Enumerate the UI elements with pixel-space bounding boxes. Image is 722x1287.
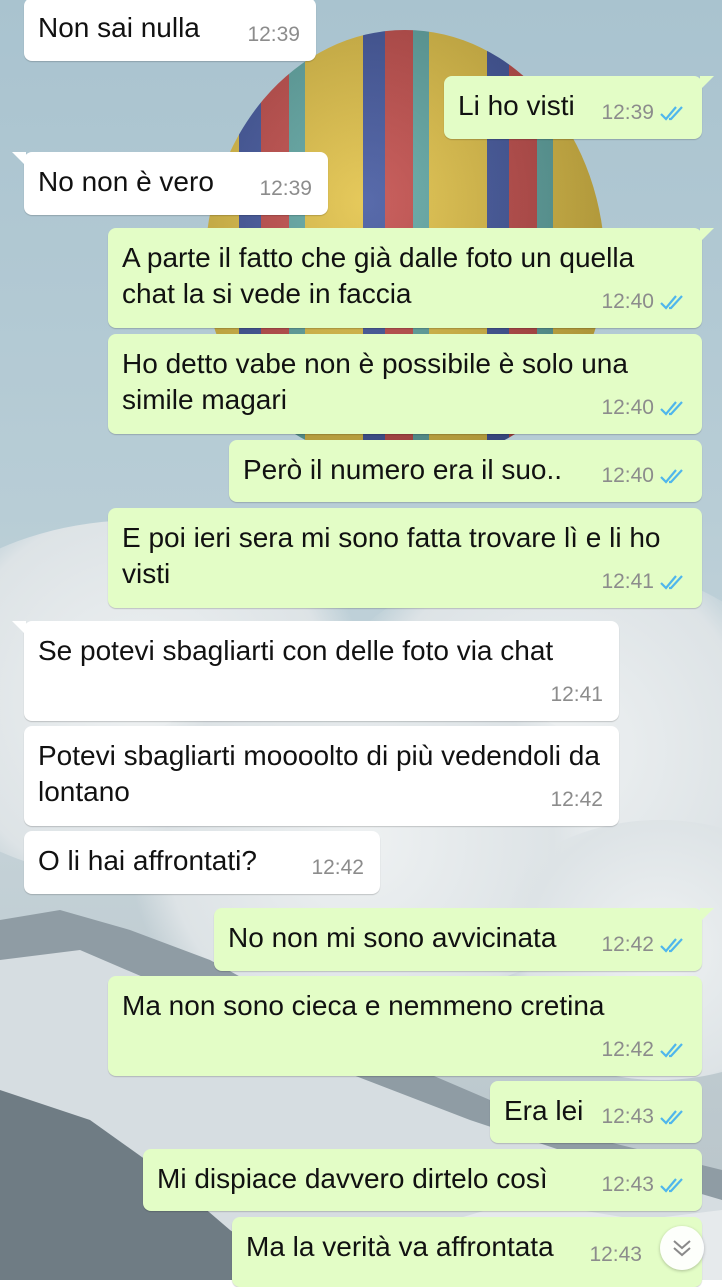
double-check-icon [660,575,683,590]
double-check-icon [660,469,683,484]
message-time: 12:42 [311,856,364,879]
double-check-icon [660,401,683,416]
message-bubble-outgoing[interactable]: Era lei 12:43 [490,1081,702,1143]
message-bubble-incoming[interactable]: No non è vero 12:39 [12,152,328,215]
message-bubble-outgoing[interactable]: Ho detto vabe non è possibile è solo una… [108,334,702,434]
message-time: 12:41 [601,570,654,593]
message-time: 12:43 [601,1105,654,1128]
message-time: 12:42 [550,788,603,811]
message-bubble-outgoing[interactable]: A parte il fatto che già dalle foto un q… [108,228,714,328]
message-bubble-outgoing[interactable]: Mi dispiace davvero dirtelo così 12:43 [143,1149,702,1211]
double-check-icon [660,1178,683,1193]
message-bubble-incoming[interactable]: Se potevi sbagliarti con delle foto via … [12,621,619,721]
message-bubble-outgoing[interactable]: Li ho visti 12:39 [444,76,714,139]
message-bubble-outgoing[interactable]: E poi ieri sera mi sono fatta trovare lì… [108,508,702,608]
message-time: 12:40 [601,464,654,487]
message-time: 12:43 [589,1243,642,1266]
message-bubble-outgoing[interactable]: No non mi sono avvicinata 12:42 [214,908,714,971]
message-bubble-outgoing[interactable]: Però il numero era il suo.. 12:40 [229,440,702,502]
message-time: 12:39 [247,23,300,46]
scroll-to-bottom-button[interactable] [660,1226,704,1270]
message-bubble-incoming[interactable]: O li hai affrontati? 12:42 [24,831,380,894]
message-time: 12:42 [601,1038,654,1061]
message-bubble-incoming[interactable]: Non sai nulla 12:39 [24,0,316,61]
chevron-double-down-icon [673,1240,691,1257]
message-time: 12:40 [601,290,654,313]
message-time: 12:41 [550,683,603,706]
message-text: Se potevi sbagliarti con delle foto via … [38,635,554,666]
message-time: 12:42 [601,933,654,956]
double-check-icon [660,106,683,121]
message-time: 12:40 [601,396,654,419]
double-check-icon [660,938,683,953]
message-time: 12:39 [601,101,654,124]
message-time: 12:39 [259,177,312,200]
message-bubble-incoming[interactable]: Potevi sbagliarti moooolto di più vedend… [24,726,619,826]
message-text: Ma non sono cieca e nemmeno cretina [122,990,605,1021]
double-check-icon [660,1043,683,1058]
message-list[interactable]: Non sai nulla 12:39 Li ho visti 12:39 No… [0,0,722,1287]
message-time: 12:43 [601,1173,654,1196]
message-text: Potevi sbagliarti moooolto di più vedend… [38,740,600,807]
message-bubble-outgoing[interactable]: Ma non sono cieca e nemmeno cretina 12:4… [108,976,702,1076]
message-bubble-outgoing[interactable]: Ma la verità va affrontata 12:43 [232,1217,702,1287]
double-check-icon [660,1110,683,1125]
double-check-icon [660,295,683,310]
